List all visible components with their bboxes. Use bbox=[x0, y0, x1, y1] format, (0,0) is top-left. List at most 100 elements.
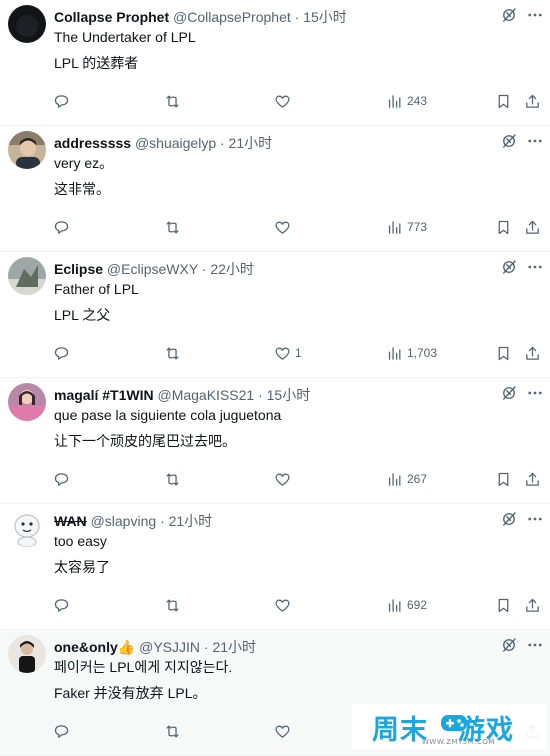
like-button[interactable] bbox=[274, 218, 295, 236]
action-bar: 692 bbox=[0, 594, 550, 616]
share-icon bbox=[524, 345, 541, 362]
reply-button[interactable] bbox=[53, 218, 74, 236]
handle[interactable]: @CollapseProphet bbox=[173, 9, 291, 25]
retweet-button[interactable] bbox=[164, 218, 185, 236]
bookmark-icon bbox=[495, 345, 512, 362]
display-name[interactable]: Collapse Prophet bbox=[54, 9, 169, 25]
display-name[interactable]: one&only👍 bbox=[54, 639, 135, 655]
retweet-icon bbox=[164, 345, 181, 362]
handle[interactable]: @MagaKISS21 bbox=[157, 387, 254, 403]
like-button[interactable]: 1 bbox=[274, 344, 302, 362]
handle[interactable]: @slapving bbox=[91, 513, 157, 529]
handle[interactable]: @YSJJIN bbox=[139, 639, 200, 655]
more-icon[interactable] bbox=[526, 132, 544, 150]
grok-icon[interactable] bbox=[500, 510, 518, 528]
reply-icon bbox=[53, 219, 70, 236]
like-button[interactable] bbox=[274, 470, 295, 488]
reply-feed: Collapse Prophet @CollapseProphet · 15小时… bbox=[0, 0, 550, 756]
handle[interactable]: @shuaigelyp bbox=[135, 135, 216, 151]
retweet-icon bbox=[164, 93, 181, 110]
handle[interactable]: @EclipseWXY bbox=[107, 261, 198, 277]
bookmark-button[interactable] bbox=[495, 470, 512, 488]
views-button[interactable]: 243 bbox=[386, 92, 427, 110]
more-icon[interactable] bbox=[526, 384, 544, 402]
share-icon bbox=[524, 597, 541, 614]
heart-icon bbox=[274, 93, 291, 110]
bookmark-button[interactable] bbox=[495, 344, 512, 362]
bookmark-icon bbox=[495, 597, 512, 614]
reply-button[interactable] bbox=[53, 470, 74, 488]
grok-icon[interactable] bbox=[500, 132, 518, 150]
tweet[interactable]: WAN @slapving · 21小时 too easy 太容易了 692 bbox=[0, 504, 550, 630]
like-button[interactable] bbox=[274, 596, 295, 614]
heart-icon bbox=[274, 597, 291, 614]
bookmark-button[interactable] bbox=[495, 92, 512, 110]
like-button[interactable] bbox=[274, 92, 295, 110]
grok-icon[interactable] bbox=[500, 636, 518, 654]
display-name[interactable]: magalí #T1WIN bbox=[54, 387, 154, 403]
views-button[interactable]: 692 bbox=[386, 596, 427, 614]
bookmark-button[interactable] bbox=[495, 596, 512, 614]
timestamp[interactable]: · 15小时 bbox=[258, 387, 310, 403]
reply-button[interactable] bbox=[53, 722, 74, 740]
reply-button[interactable] bbox=[53, 596, 74, 614]
tweet[interactable]: Collapse Prophet @CollapseProphet · 15小时… bbox=[0, 0, 550, 126]
timestamp[interactable]: · 21小时 bbox=[160, 513, 212, 529]
tweet[interactable]: magalí #T1WIN @MagaKISS21 · 15小时 que pase… bbox=[0, 378, 550, 504]
like-button[interactable] bbox=[274, 722, 295, 740]
bookmark-button[interactable] bbox=[495, 218, 512, 236]
retweet-button[interactable] bbox=[164, 722, 185, 740]
share-button[interactable] bbox=[524, 218, 541, 236]
share-icon bbox=[524, 471, 541, 488]
tweet-text: very ez。 bbox=[54, 155, 114, 171]
views-button[interactable]: 773 bbox=[386, 218, 427, 236]
retweet-button[interactable] bbox=[164, 470, 185, 488]
action-bar: 243 bbox=[0, 90, 550, 112]
timestamp[interactable]: · 15小时 bbox=[295, 9, 347, 25]
tweet[interactable]: Eclipse @EclipseWXY · 22小时 Father of LPL L… bbox=[0, 252, 550, 378]
avatar[interactable] bbox=[8, 257, 46, 295]
tweet-text: too easy bbox=[54, 533, 107, 549]
like-count: 1 bbox=[295, 346, 302, 360]
grok-icon[interactable] bbox=[500, 6, 518, 24]
share-button[interactable] bbox=[524, 92, 541, 110]
more-icon[interactable] bbox=[526, 258, 544, 276]
views-icon bbox=[386, 597, 403, 614]
avatar[interactable] bbox=[8, 383, 46, 421]
share-button[interactable] bbox=[524, 344, 541, 362]
reply-button[interactable] bbox=[53, 344, 74, 362]
display-name[interactable]: WAN bbox=[54, 513, 87, 529]
avatar[interactable] bbox=[8, 131, 46, 169]
grok-icon[interactable] bbox=[500, 258, 518, 276]
timestamp[interactable]: · 21小时 bbox=[220, 135, 272, 151]
share-button[interactable] bbox=[524, 470, 541, 488]
views-button[interactable]: 1,703 bbox=[386, 344, 437, 362]
views-button[interactable]: 267 bbox=[386, 470, 427, 488]
display-name[interactable]: addresssss bbox=[54, 135, 131, 151]
more-icon[interactable] bbox=[526, 636, 544, 654]
views-icon bbox=[386, 219, 403, 236]
avatar[interactable] bbox=[8, 635, 46, 673]
timestamp[interactable]: · 21小时 bbox=[204, 639, 256, 655]
retweet-button[interactable] bbox=[164, 344, 185, 362]
view-count: 1,703 bbox=[407, 346, 438, 360]
view-count: 267 bbox=[407, 472, 428, 486]
reply-icon bbox=[53, 93, 70, 110]
tweet-translation: 这非常。 bbox=[54, 181, 110, 197]
share-button[interactable] bbox=[524, 596, 541, 614]
retweet-button[interactable] bbox=[164, 92, 185, 110]
avatar[interactable] bbox=[8, 5, 46, 43]
display-name[interactable]: Eclipse bbox=[54, 261, 103, 277]
reply-icon bbox=[53, 723, 70, 740]
timestamp[interactable]: · 22小时 bbox=[202, 261, 254, 277]
tweet-text: Father of LPL bbox=[54, 281, 139, 297]
reply-button[interactable] bbox=[53, 92, 74, 110]
view-count: 692 bbox=[407, 598, 428, 612]
avatar[interactable] bbox=[8, 509, 46, 547]
grok-icon[interactable] bbox=[500, 384, 518, 402]
tweet[interactable]: addresssss @shuaigelyp · 21小时 very ez。 这非常… bbox=[0, 126, 550, 252]
more-icon[interactable] bbox=[526, 6, 544, 24]
watermark: 周末 游戏 WWW.ZMY5M.COM bbox=[352, 704, 546, 749]
more-icon[interactable] bbox=[526, 510, 544, 528]
retweet-button[interactable] bbox=[164, 596, 185, 614]
